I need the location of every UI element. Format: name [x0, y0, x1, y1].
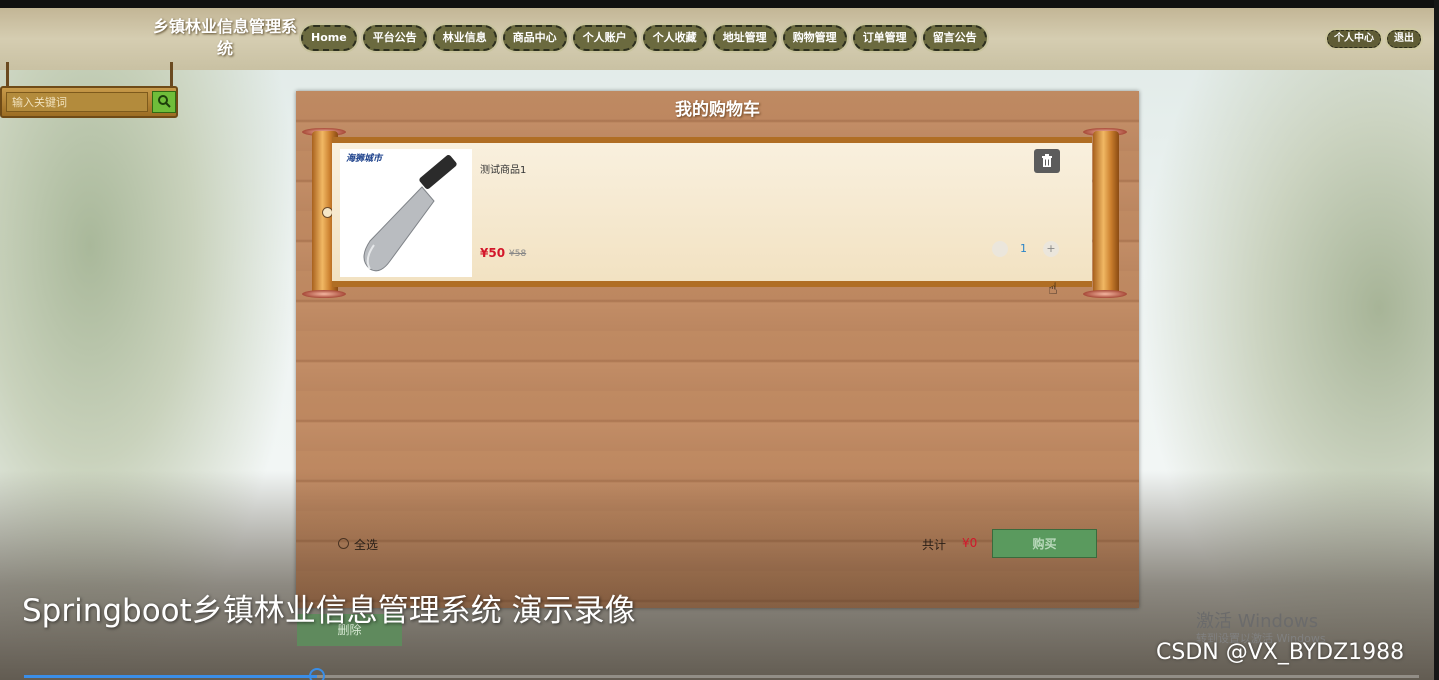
video-progress-track[interactable] [24, 668, 1419, 680]
search-icon [157, 93, 171, 112]
product-image-brand: 海狮城市 [346, 154, 383, 164]
scroll-cap-left-bottom [302, 290, 346, 298]
video-progress-fill [24, 675, 317, 678]
scroll-cap-right-bottom [1083, 290, 1127, 298]
scroll-roller-right [1093, 131, 1119, 295]
nav-forestry-info[interactable]: 林业信息 [432, 25, 497, 51]
search-sign [0, 62, 180, 120]
product-original-price: ¥58 [509, 249, 527, 259]
select-all-label[interactable]: 全选 [354, 536, 378, 553]
product-image[interactable]: 海狮城市 [340, 149, 472, 277]
product-price: ¥50 [480, 246, 506, 260]
header: 乡镇林业信息管理系统 Home 平台公告 林业信息 商品中心 个人账户 个人收藏… [0, 8, 1439, 70]
buy-button[interactable]: 购买 [992, 529, 1097, 558]
search-board [0, 86, 178, 118]
top-strip [0, 0, 1439, 8]
cart-panel: 我的购物车 海狮城市 测试商品1 ¥50 ¥58 1 + ☝ 全选 共计 ¥0 [296, 91, 1139, 608]
nav-announcements[interactable]: 平台公告 [362, 25, 427, 51]
sign-rope-right [170, 62, 173, 88]
site-title: 乡镇林业信息管理系统 [152, 17, 297, 58]
nav-product-center[interactable]: 商品中心 [502, 25, 567, 51]
total-value: ¥0 [962, 536, 978, 550]
machete-icon [363, 155, 457, 272]
nav-address[interactable]: 地址管理 [712, 25, 777, 51]
main-nav: Home 平台公告 林业信息 商品中心 个人账户 个人收藏 地址管理 购物管理 … [301, 25, 987, 51]
delete-item-button[interactable] [1034, 149, 1060, 173]
total-label: 共计 [922, 538, 947, 552]
nav-favorites[interactable]: 个人收藏 [642, 25, 707, 51]
user-center-button[interactable]: 个人中心 [1327, 30, 1381, 48]
video-caption: Springboot乡镇林业信息管理系统 演示录像 [22, 593, 636, 629]
hand-cursor-icon: ☝ [1048, 279, 1058, 298]
cart-item: 海狮城市 测试商品1 ¥50 ¥58 1 + [332, 137, 1092, 287]
quantity-value: 1 [1020, 242, 1027, 255]
trash-icon [1041, 152, 1053, 171]
nav-messages[interactable]: 留言公告 [922, 25, 987, 51]
nav-personal-account[interactable]: 个人账户 [572, 25, 637, 51]
select-all-radio[interactable] [338, 538, 349, 549]
cart-title: 我的购物车 [675, 100, 760, 120]
quantity-increase-button[interactable]: + [1043, 241, 1059, 257]
video-progress-knob[interactable] [308, 668, 325, 680]
search-button[interactable] [152, 91, 176, 113]
search-input[interactable] [6, 92, 148, 112]
nav-shopping[interactable]: 购物管理 [782, 25, 847, 51]
quantity-decrease-button[interactable] [992, 241, 1008, 257]
right-edge-strip [1434, 0, 1439, 680]
user-area: 个人中心 退出 [1327, 30, 1421, 48]
sign-rope-left [6, 62, 9, 88]
product-name[interactable]: 测试商品1 [480, 161, 526, 176]
nav-home[interactable]: Home [301, 25, 357, 51]
logout-button[interactable]: 退出 [1387, 30, 1421, 48]
csdn-watermark: CSDN @VX_BYDZ1988 [1156, 640, 1405, 665]
nav-orders[interactable]: 订单管理 [852, 25, 917, 51]
